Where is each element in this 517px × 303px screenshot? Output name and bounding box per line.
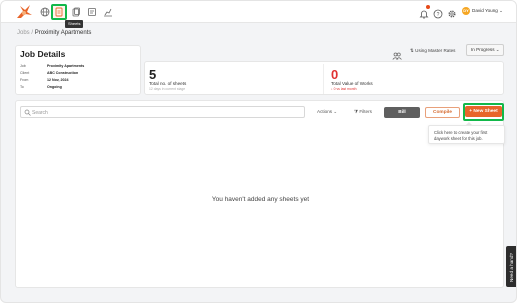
field-value: Ongoing (47, 85, 62, 89)
breadcrumb-jobs-link[interactable]: Jobs (17, 30, 30, 36)
value-of-works: 0 (331, 67, 339, 82)
reports-icon[interactable] (86, 6, 98, 18)
field-value: ABC Construction (47, 71, 79, 75)
search-icon (24, 109, 31, 116)
bill-button[interactable]: Bill (384, 107, 420, 118)
search-box[interactable] (20, 106, 305, 118)
gear-icon[interactable] (447, 6, 457, 24)
breadcrumb: Jobs / Proximity Apartments (17, 30, 91, 36)
stats-card: 5 Total no. of sheets 12 days in current… (144, 61, 504, 95)
value-of-works-sub: ↓ 0 vs last month (331, 87, 356, 91)
job-details-title: Job Details (20, 49, 66, 59)
value-trend-text: 0 vs last month (333, 87, 357, 91)
documents-icon[interactable] (70, 6, 82, 18)
field-key: From (20, 78, 29, 82)
stats-divider (323, 64, 324, 94)
status-value: In Progress (471, 47, 495, 52)
top-bar: Sheets ? DY David Young ⌄ (1, 1, 516, 28)
empty-state-message: You haven't added any sheets yet (211, 196, 310, 203)
sheets-tooltip: Sheets (65, 20, 84, 28)
search-input[interactable] (32, 108, 300, 117)
app-window: Sheets ? DY David Young ⌄ Jobs / Proximi… (0, 0, 517, 303)
filters-button[interactable]: ⧩ Filters (354, 109, 372, 114)
field-key: Client (20, 71, 30, 75)
new-sheet-button[interactable]: + New Sheet (465, 106, 502, 117)
user-menu[interactable]: David Young ⌄ (472, 8, 503, 14)
user-name: David Young (472, 8, 498, 13)
trend-down-icon: ↓ (331, 87, 333, 91)
filters-label: Filters (359, 109, 372, 114)
rates-indicator[interactable]: ⇅ Using Master Rates (410, 48, 455, 54)
chevron-down-icon: ⌄ (495, 47, 500, 52)
chevron-down-icon: ⌄ (333, 109, 338, 114)
svg-text:?: ? (437, 12, 440, 18)
to-field-row: To Ongoing (20, 85, 62, 89)
job-field-row: Job Proximity Apartments (20, 64, 84, 68)
sheets-icon[interactable] (53, 6, 65, 18)
notification-dot (426, 5, 430, 9)
new-sheet-hint-popover: Click here to create your first daywork … (428, 125, 505, 144)
need-help-tab[interactable]: Need a hand? (506, 246, 516, 287)
client-field-row: Client ABC Construction (20, 71, 78, 75)
chevron-down-icon: ⌄ (499, 8, 503, 13)
from-field-row: From 12 Nov, 2024 (20, 78, 69, 82)
sheets-count-sub: 12 days in current stage (149, 87, 186, 91)
filter-icon: ⧩ (354, 109, 359, 114)
field-value: 12 Nov, 2024 (47, 78, 69, 82)
rates-icon: ⇅ (410, 48, 414, 53)
value-of-works-label: Total Value of Works (331, 81, 373, 86)
globe-icon[interactable] (39, 6, 51, 18)
avatar[interactable]: DY (462, 7, 470, 15)
field-value: Proximity Apartments (47, 64, 85, 68)
field-key: Job (20, 64, 26, 68)
breadcrumb-separator: / (31, 30, 34, 36)
breadcrumb-current: Proximity Apartments (34, 30, 92, 36)
sheets-count-label: Total no. of sheets (149, 81, 187, 86)
need-help-label: Need a hand? (509, 253, 514, 282)
logo-icon[interactable] (16, 5, 32, 19)
job-details-card: Job Details Job Proximity Apartments Clie… (15, 45, 141, 95)
field-key: To (20, 85, 24, 89)
status-select[interactable]: In Progress ⌄ (466, 44, 504, 56)
analytics-icon[interactable] (102, 6, 114, 18)
compile-button[interactable]: Compile (425, 107, 460, 118)
rates-label: Using Master Rates (415, 48, 456, 53)
sheets-panel: Actions ⌄ ⧩ Filters Bill Compile + New S… (15, 100, 505, 288)
sheets-count: 5 (149, 67, 157, 82)
actions-label: Actions (317, 109, 333, 114)
actions-dropdown[interactable]: Actions ⌄ (317, 109, 337, 115)
bell-icon[interactable] (419, 5, 430, 24)
help-icon[interactable]: ? (433, 6, 443, 24)
